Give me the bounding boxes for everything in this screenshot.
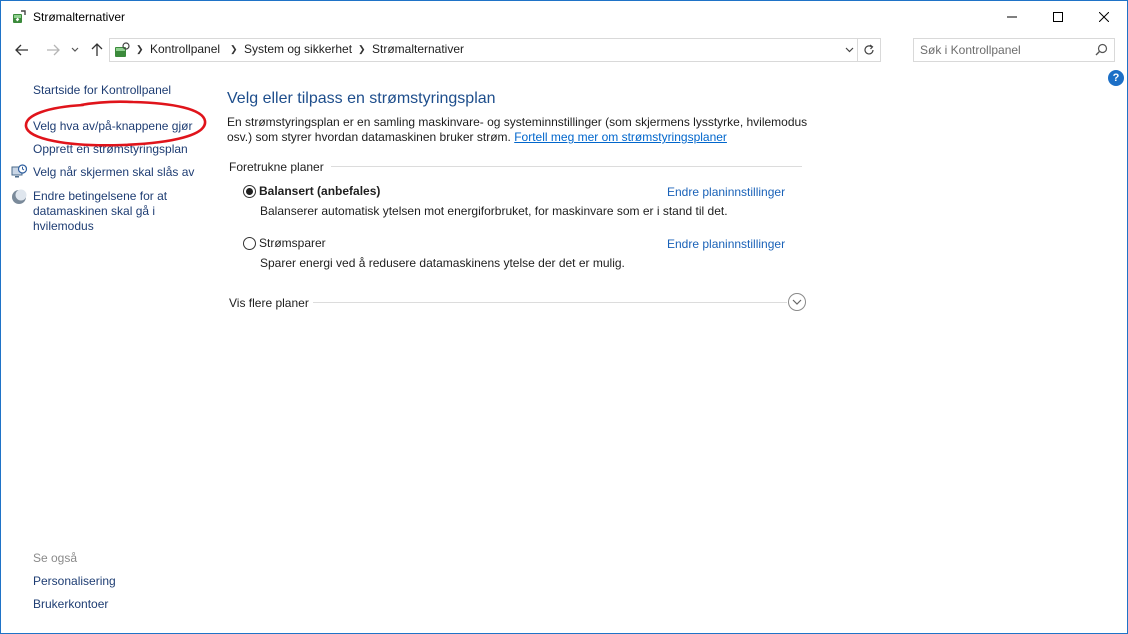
close-icon [1099,12,1109,22]
breadcrumb-separator-icon: ❯ [136,44,144,54]
breadcrumb-kontrollpanel[interactable]: Kontrollpanel [150,42,220,56]
power-options-icon [11,9,27,25]
monitor-clock-icon [11,164,28,180]
search-box[interactable] [913,38,1115,62]
chevron-down-icon [792,299,802,305]
learn-more-link[interactable]: Fortell meg mer om strømstyringsplaner [514,130,727,144]
chevron-down-icon [845,47,853,53]
forward-button[interactable] [42,39,64,61]
navigation-bar: ❯ Kontrollpanel ❯ System og sikkerhet ❯ … [1,37,1127,63]
plan-balanced-radio[interactable] [243,185,256,198]
breadcrumb-separator-icon: ❯ [358,44,366,54]
page-title: Velg eller tilpass en strømstyringsplan [227,90,496,107]
address-history-button[interactable] [840,39,858,61]
see-also-personalization-link[interactable]: Personalisering [33,574,116,589]
plan-power-saver-change-link[interactable]: Endre planinnstillinger [667,237,785,251]
refresh-button[interactable] [857,39,880,61]
refresh-icon [864,44,874,55]
arrow-up-icon [91,43,103,56]
plan-balanced-description: Balanserer automatisk ytelsen mot energi… [260,204,728,218]
preferred-plans-heading: Foretrukne planer [229,160,324,174]
radio-selected-dot [246,188,253,195]
help-icon[interactable]: ? [1108,70,1124,86]
sidebar-home-link[interactable]: Startside for Kontrollpanel [33,83,171,98]
address-bar[interactable]: ❯ Kontrollpanel ❯ System og sikkerhet ❯ … [109,38,881,62]
search-icon[interactable] [1095,43,1108,56]
sidebar-item-sleep-settings[interactable]: Endre betingelsene for at datamaskinen s… [33,189,183,234]
title-bar: Strømalternativer [1,1,1127,33]
sidebar-item-create-plan[interactable]: Opprett en strømstyringsplan [33,142,188,157]
sidebar-item-power-buttons[interactable]: Velg hva av/på-knappene gjør [33,119,192,134]
see-also-heading: Se også [33,551,78,565]
show-more-plans-label[interactable]: Vis flere planer [229,296,309,310]
plan-power-saver-description: Sparer energi ved å redusere datamaskine… [260,256,625,270]
expand-more-plans-button[interactable] [788,293,806,311]
chevron-down-icon [71,47,79,52]
moon-icon [11,189,27,205]
control-panel-icon [113,41,131,59]
window-title: Strømalternativer [33,10,126,24]
plan-power-saver-radio[interactable] [243,237,256,250]
plan-power-saver-name[interactable]: Strømsparer [259,236,326,250]
close-button[interactable] [1081,1,1127,33]
search-input[interactable] [920,42,1085,58]
breadcrumb-separator-icon: ❯ [230,44,238,54]
see-also-user-accounts-link[interactable]: Brukerkontoer [33,597,108,612]
maximize-icon [1053,12,1063,22]
arrow-right-icon [47,44,60,56]
power-options-window: Strømalternativer ❯ Kontrollpanel ❯ Syst… [0,0,1128,634]
maximize-button[interactable] [1035,1,1081,33]
minimize-button[interactable] [989,1,1035,33]
plan-balanced-name[interactable]: Balansert (anbefales) [259,184,380,198]
up-button[interactable] [86,39,108,61]
breadcrumb-stromalternativer[interactable]: Strømalternativer [372,42,464,56]
arrow-left-icon [15,44,28,56]
divider [313,302,787,303]
recent-locations-button[interactable] [66,39,84,61]
back-button[interactable] [11,39,33,61]
plan-balanced-change-link[interactable]: Endre planinnstillinger [667,185,785,199]
divider [331,166,802,167]
page-description: En strømstyringsplan er en samling maski… [227,115,817,145]
sidebar-item-display-off[interactable]: Velg når skjermen skal slås av [33,165,194,180]
breadcrumb-system-og-sikkerhet[interactable]: System og sikkerhet [244,42,352,56]
minimize-icon [1007,16,1017,18]
